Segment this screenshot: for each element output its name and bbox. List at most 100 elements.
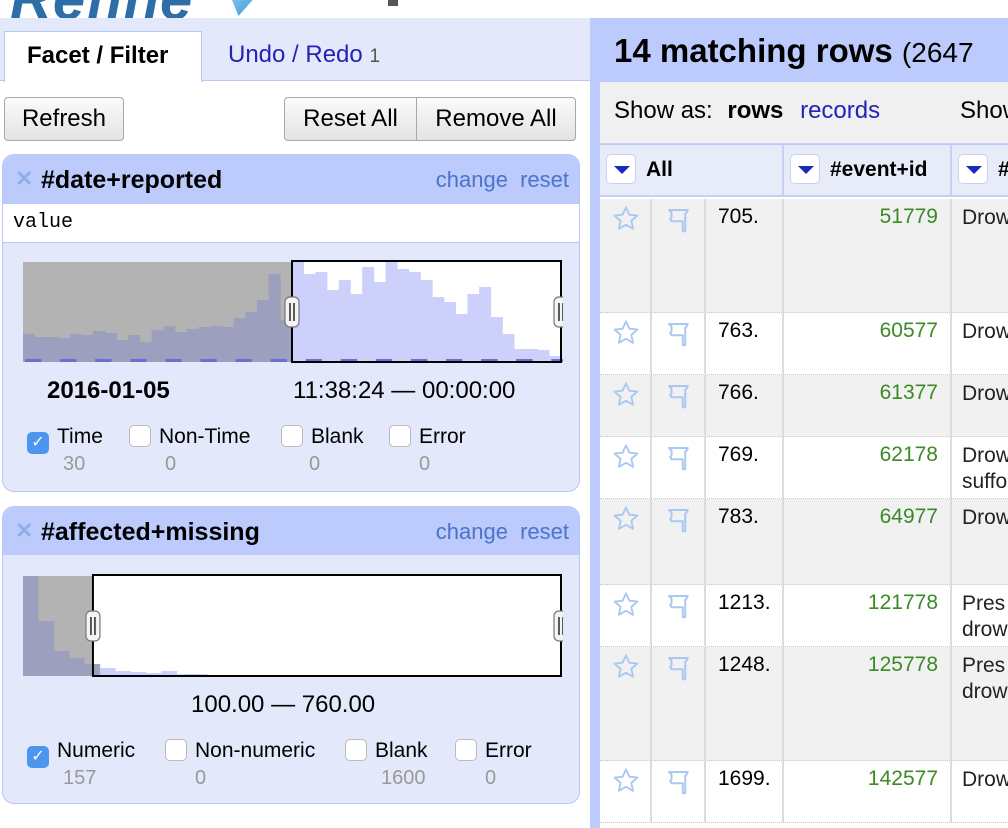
facet-choice-error[interactable]: Error 0 <box>455 739 532 789</box>
slider-right-handle[interactable] <box>553 296 563 328</box>
text-cell[interactable]: Drow <box>952 375 1008 436</box>
histogram-bar <box>350 294 363 362</box>
event-id-cell[interactable]: 61377 <box>784 375 952 436</box>
event-id-cell[interactable]: 121778 <box>784 585 952 646</box>
slider-right-handle[interactable] <box>553 610 563 642</box>
histogram-bar <box>315 272 328 362</box>
event-id-cell[interactable]: 60577 <box>784 313 952 374</box>
tab-undo-redo[interactable]: Undo / Redo 1 <box>206 31 402 82</box>
flag-icon[interactable] <box>664 767 694 797</box>
dropdown-arrow-icon[interactable] <box>958 154 988 184</box>
flag-icon[interactable] <box>664 319 694 349</box>
facet-change-link[interactable]: change <box>436 519 508 544</box>
text-cell[interactable]: Drow <box>952 761 1008 822</box>
facet-choice-time[interactable]: ✓ Time 30 <box>27 425 103 475</box>
flag-icon[interactable] <box>664 653 694 683</box>
column-header-next[interactable]: # <box>952 145 1008 197</box>
refresh-button[interactable]: Refresh <box>4 97 124 141</box>
close-icon[interactable]: ✕ <box>15 520 35 542</box>
checkbox[interactable] <box>455 739 477 761</box>
app-logo[interactable]: Refine <box>0 0 590 18</box>
star-icon[interactable] <box>612 505 640 533</box>
dropdown-arrow-icon[interactable] <box>606 154 636 184</box>
flag-cell[interactable] <box>652 437 706 498</box>
text-cell[interactable]: Drow <box>952 199 1008 312</box>
text-cell[interactable]: Drow <box>952 499 1008 584</box>
star-icon[interactable] <box>612 591 640 619</box>
close-icon[interactable]: ✕ <box>15 168 35 190</box>
text-cell[interactable]: Pres drow <box>952 585 1008 646</box>
row-number: 766. <box>706 375 784 436</box>
star-cell[interactable] <box>600 437 652 498</box>
facet-affected-missing: ✕ #affected+missing change reset 100.00 … <box>2 506 580 804</box>
date-histogram-svg[interactable] <box>21 259 563 365</box>
star-cell[interactable] <box>600 585 652 646</box>
event-id-cell[interactable]: 142577 <box>784 761 952 822</box>
slider-left-handle[interactable] <box>85 610 101 642</box>
flag-icon[interactable] <box>664 591 694 621</box>
checkbox-checked[interactable]: ✓ <box>27 432 49 454</box>
star-cell[interactable] <box>600 761 652 822</box>
reset-all-button[interactable]: Reset All <box>284 97 417 141</box>
facet-change-link[interactable]: change <box>436 167 508 192</box>
flag-cell[interactable] <box>652 199 706 312</box>
flag-icon[interactable] <box>664 205 694 235</box>
slider-left-handle[interactable] <box>284 296 300 328</box>
choice-count: 0 <box>309 453 321 475</box>
facet-choice-blank[interactable]: Blank 0 <box>281 425 364 475</box>
star-cell[interactable] <box>600 647 652 760</box>
flag-icon[interactable] <box>664 505 694 535</box>
facet-expression[interactable]: value <box>3 203 579 243</box>
text-cell[interactable]: Pres drow <box>952 647 1008 760</box>
star-cell[interactable] <box>600 375 652 436</box>
text-cell[interactable]: Drow <box>952 313 1008 374</box>
flag-cell[interactable] <box>652 647 706 760</box>
flag-cell[interactable] <box>652 375 706 436</box>
star-icon[interactable] <box>612 381 640 409</box>
flag-icon[interactable] <box>664 381 694 411</box>
show-count-label: Show <box>960 97 1008 124</box>
star-icon[interactable] <box>612 319 640 347</box>
tab-facet-filter[interactable]: Facet / Filter <box>4 31 202 82</box>
date-histogram[interactable] <box>21 259 563 365</box>
numeric-histogram[interactable] <box>21 573 563 679</box>
checkbox[interactable] <box>129 425 151 447</box>
text-cell[interactable]: Drow suffo <box>952 437 1008 498</box>
checkbox-checked[interactable]: ✓ <box>27 746 49 768</box>
flag-cell[interactable] <box>652 313 706 374</box>
star-icon[interactable] <box>612 443 640 471</box>
event-id-cell[interactable]: 62178 <box>784 437 952 498</box>
facet-choice-non-numeric[interactable]: Non-numeric 0 <box>165 739 315 789</box>
facet-choice-non-time[interactable]: Non-Time 0 <box>129 425 250 475</box>
checkbox[interactable] <box>281 425 303 447</box>
star-cell[interactable] <box>600 499 652 584</box>
event-id-cell[interactable]: 51779 <box>784 199 952 312</box>
show-as-records-link[interactable]: records <box>800 97 880 124</box>
checkbox[interactable] <box>345 739 367 761</box>
facet-reset-link[interactable]: reset <box>520 167 569 192</box>
facet-reset-link[interactable]: reset <box>520 519 569 544</box>
event-id-cell[interactable]: 64977 <box>784 499 952 584</box>
checkbox[interactable] <box>165 739 187 761</box>
checkbox[interactable] <box>389 425 411 447</box>
flag-cell[interactable] <box>652 585 706 646</box>
remove-all-button[interactable]: Remove All <box>416 97 576 141</box>
flag-icon[interactable] <box>664 443 694 473</box>
facet-choice-blank[interactable]: Blank 1600 <box>345 739 428 789</box>
facet-choice-numeric[interactable]: ✓ Numeric 157 <box>27 739 135 789</box>
star-icon[interactable] <box>612 767 640 795</box>
star-icon[interactable] <box>612 205 640 233</box>
facet-choice-error[interactable]: Error 0 <box>389 425 466 475</box>
star-icon[interactable] <box>612 653 640 681</box>
flag-cell[interactable] <box>652 761 706 822</box>
dropdown-arrow-icon[interactable] <box>790 154 820 184</box>
star-cell[interactable] <box>600 313 652 374</box>
event-id-cell[interactable]: 125778 <box>784 647 952 760</box>
flag-cell[interactable] <box>652 499 706 584</box>
row-number: 705. <box>706 199 784 312</box>
column-header-event-id[interactable]: #event+id <box>784 145 952 197</box>
choice-count: 30 <box>63 453 86 475</box>
star-cell[interactable] <box>600 199 652 312</box>
column-header-all[interactable]: All <box>600 145 784 197</box>
numeric-histogram-svg[interactable] <box>21 573 563 679</box>
